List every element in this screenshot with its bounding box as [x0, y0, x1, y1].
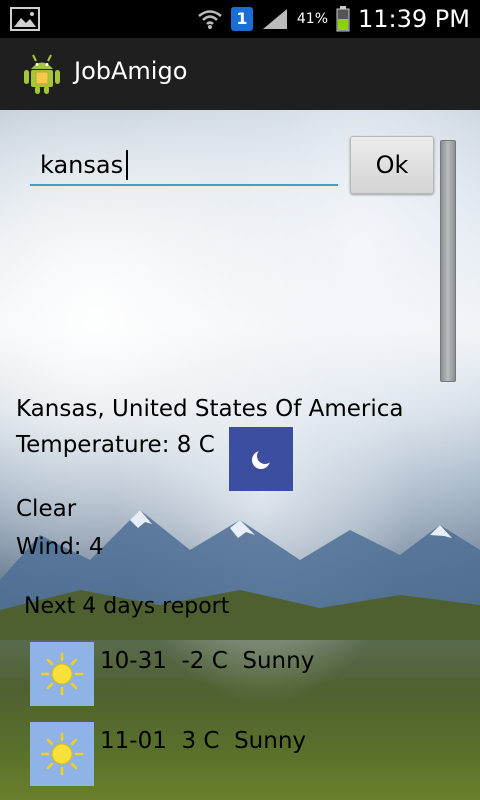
android-app-icon	[24, 54, 60, 94]
city-search-input[interactable]	[30, 146, 338, 186]
image-notification-icon	[10, 7, 40, 31]
sim-badge: 1	[236, 9, 248, 28]
temperature-label: Temperature: 8 C	[16, 432, 215, 458]
battery-percent: 41%	[296, 11, 329, 27]
ok-button[interactable]: Ok	[350, 136, 434, 194]
scrollbar[interactable]	[440, 140, 456, 382]
battery-icon	[336, 6, 350, 32]
status-icons: 1 41% 11:39 PM	[197, 4, 470, 34]
sun-icon	[30, 722, 94, 786]
app-title: JobAmigo	[74, 57, 188, 85]
location-label: Kansas, United States Of America	[16, 396, 404, 422]
wind-label: Wind: 4	[16, 534, 104, 560]
action-bar: JobAmigo	[0, 38, 480, 112]
forecast-heading: Next 4 days report	[24, 594, 230, 619]
signal-icon	[262, 9, 287, 29]
forecast-row: 11-01 3 C Sunny	[30, 722, 450, 786]
sim-icon: 1	[230, 7, 253, 31]
sun-icon	[30, 642, 94, 706]
moon-icon	[229, 427, 293, 491]
text-cursor	[126, 150, 128, 180]
wifi-icon	[198, 10, 222, 29]
status-bar: 1 41% 11:39 PM	[0, 0, 480, 38]
forecast-row: 10-31 -2 C Sunny	[30, 642, 450, 706]
condition-label: Clear	[16, 496, 77, 522]
forecast-day-text: 11-01 3 C Sunny	[100, 728, 307, 754]
status-time: 11:39 PM	[358, 5, 470, 33]
forecast-day-text: 10-31 -2 C Sunny	[100, 648, 315, 674]
